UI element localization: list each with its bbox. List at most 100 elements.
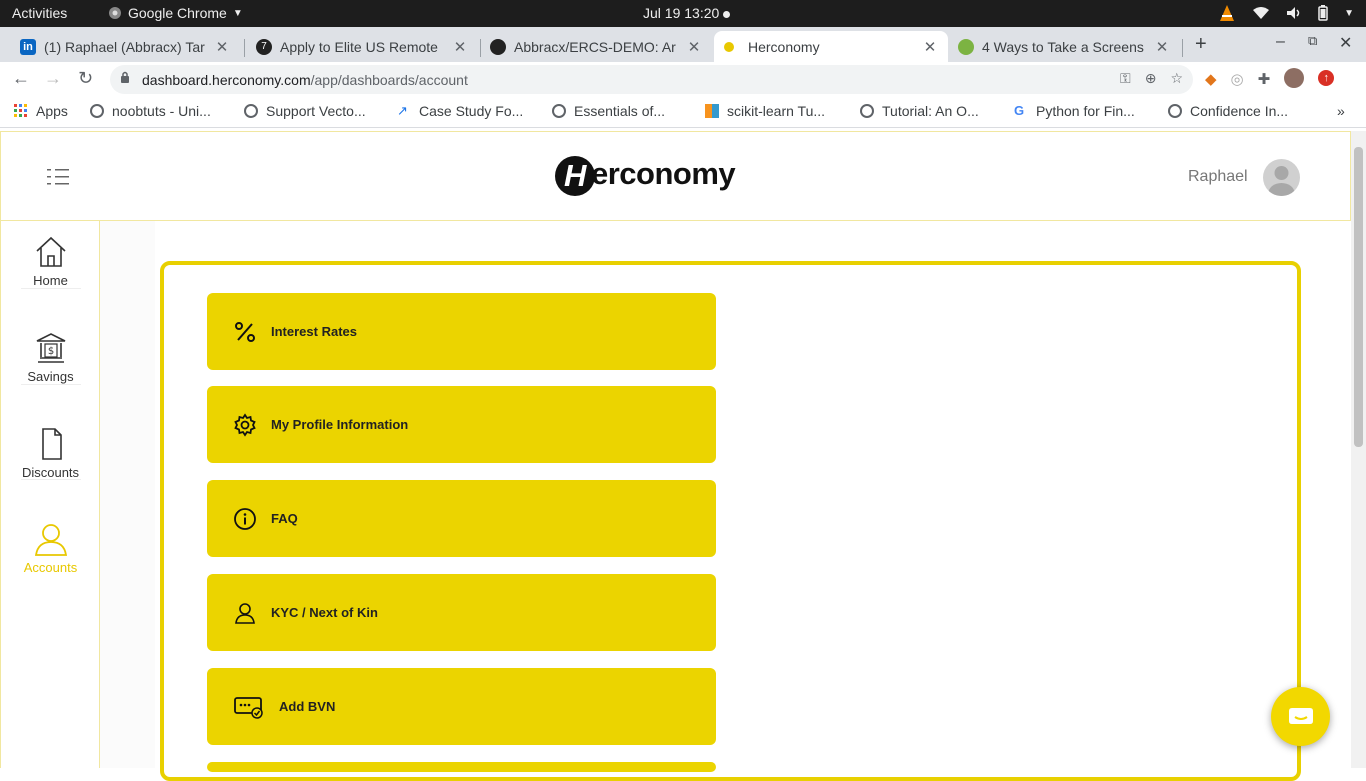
chat-widget-button[interactable] bbox=[1271, 687, 1330, 746]
sidebar-item-accounts[interactable]: Accounts bbox=[1, 522, 100, 575]
window-close-button[interactable]: ✕ bbox=[1339, 33, 1352, 53]
tab-title: (1) Raphael (Abbracx) Tar bbox=[44, 38, 205, 55]
divider bbox=[21, 384, 81, 385]
divider bbox=[21, 288, 81, 289]
clock-text: Jul 19 13:20 bbox=[643, 5, 720, 21]
vlc-icon[interactable] bbox=[1218, 4, 1236, 22]
forward-icon[interactable]: → bbox=[44, 68, 62, 89]
sidebar-nav: Home $ Savings Discounts Accounts bbox=[0, 221, 100, 768]
wifi-icon[interactable] bbox=[1252, 6, 1270, 20]
minimize-button[interactable]: – bbox=[1276, 33, 1285, 51]
reload-icon[interactable]: ↻ bbox=[78, 68, 93, 89]
tab-title: Apply to Elite US Remote bbox=[280, 38, 438, 55]
tab-title: 4 Ways to Take a Screens bbox=[982, 38, 1144, 55]
tab-wikihow[interactable]: 4 Ways to Take a Screens ✕ bbox=[948, 31, 1180, 62]
bookmarks-overflow-icon[interactable]: » bbox=[1337, 103, 1345, 119]
chat-icon bbox=[1288, 707, 1313, 724]
bookmark-apps[interactable]: Apps bbox=[14, 103, 68, 119]
interest-rates-button[interactable]: Interest Rates bbox=[207, 293, 716, 370]
app-menu[interactable]: Google Chrome ▼ bbox=[108, 5, 243, 21]
tab-divider bbox=[1182, 39, 1183, 57]
herconomy-logo[interactable]: Herconomy bbox=[555, 156, 736, 196]
bookmark-item[interactable]: scikit-learn Tu... bbox=[705, 103, 825, 119]
bank-icon: $ bbox=[36, 333, 65, 363]
bookmark-item[interactable]: noobtuts - Uni... bbox=[90, 103, 211, 119]
sidebar-item-discounts[interactable]: Discounts bbox=[1, 427, 100, 480]
back-icon[interactable]: ← bbox=[12, 68, 30, 89]
chevron-down-icon[interactable]: ▼ bbox=[1344, 8, 1354, 19]
page-scrollbar[interactable] bbox=[1351, 131, 1366, 768]
scrollbar-thumb[interactable] bbox=[1354, 147, 1363, 447]
extension-face-icon[interactable]: ◎ bbox=[1231, 70, 1244, 88]
activities-button[interactable]: Activities bbox=[12, 5, 67, 21]
tab-herconomy[interactable]: Herconomy ✕ bbox=[714, 31, 948, 62]
star-icon[interactable]: ☆ bbox=[1170, 70, 1183, 87]
sidebar-item-label: Savings bbox=[27, 369, 74, 384]
close-icon[interactable]: ✕ bbox=[452, 38, 468, 56]
omnibox-actions: ⚿ ⊕ ☆ bbox=[1120, 70, 1183, 87]
metamask-icon[interactable]: ◆ bbox=[1205, 70, 1217, 88]
logo-text: erconomy bbox=[591, 156, 736, 192]
document-icon bbox=[41, 428, 62, 460]
update-icon[interactable]: ↑ bbox=[1318, 70, 1335, 86]
info-icon bbox=[233, 507, 257, 531]
address-bar[interactable]: dashboard.herconomy.com/app/dashboards/a… bbox=[110, 65, 1193, 94]
kyc-next-of-kin-button[interactable]: KYC / Next of Kin bbox=[207, 574, 716, 651]
chart-icon: ↗ bbox=[397, 103, 408, 118]
sidebar-item-label: Accounts bbox=[23, 560, 78, 575]
add-bvn-button[interactable]: Add BVN bbox=[207, 668, 716, 745]
add-icon[interactable]: ⊕ bbox=[1145, 70, 1157, 87]
web-page: Herconomy Raphael Home $ Savings Discoun… bbox=[0, 131, 1366, 781]
menu-item-label: Interest Rates bbox=[271, 324, 357, 339]
bookmark-item[interactable]: Essentials of... bbox=[552, 103, 665, 119]
tab-divider bbox=[244, 39, 245, 57]
battery-icon[interactable] bbox=[1318, 5, 1328, 21]
tab-github[interactable]: Abbracx/ERCS-DEMO: Ar ✕ bbox=[480, 31, 712, 62]
puzzle-icon[interactable]: ✚ bbox=[1258, 70, 1271, 88]
google-icon: G bbox=[1014, 103, 1025, 118]
profile-avatar-icon[interactable] bbox=[1284, 68, 1305, 88]
bookmark-item[interactable]: Support Vecto... bbox=[244, 103, 366, 119]
close-icon[interactable]: ✕ bbox=[686, 38, 702, 56]
key-icon[interactable]: ⚿ bbox=[1120, 70, 1131, 87]
svg-text:$: $ bbox=[47, 346, 53, 357]
restore-button[interactable]: ⧉ bbox=[1308, 33, 1317, 49]
username[interactable]: Raphael bbox=[1188, 168, 1248, 186]
globe-icon bbox=[1168, 104, 1182, 118]
bookmark-label: Python for Fin... bbox=[1036, 103, 1135, 119]
divider bbox=[21, 479, 81, 480]
avatar[interactable] bbox=[1263, 159, 1300, 196]
bookmark-item[interactable]: G Python for Fin... bbox=[1014, 103, 1135, 119]
volume-icon[interactable] bbox=[1286, 6, 1302, 20]
sidebar-item-home[interactable]: Home bbox=[1, 235, 100, 288]
faq-button[interactable]: FAQ bbox=[207, 480, 716, 557]
new-tab-button[interactable]: + bbox=[1195, 33, 1207, 56]
bookmark-label: Case Study Fo... bbox=[419, 103, 524, 119]
clock[interactable]: Jul 19 13:20 bbox=[643, 5, 731, 21]
extensions-area: ◆ ◎ ✚ ↑ bbox=[1205, 68, 1335, 88]
menu-item-label: KYC / Next of Kin bbox=[271, 605, 378, 620]
turing-icon: 7 bbox=[256, 38, 272, 55]
profile-information-button[interactable]: My Profile Information bbox=[207, 386, 716, 463]
tab-title: Herconomy bbox=[748, 38, 820, 55]
bookmark-item[interactable]: Tutorial: An O... bbox=[860, 103, 979, 119]
bookmark-item[interactable]: Confidence In... bbox=[1168, 103, 1288, 119]
lock-icon[interactable] bbox=[120, 71, 130, 87]
bookmark-item[interactable]: ↗ Case Study Fo... bbox=[397, 103, 523, 119]
close-icon[interactable]: ✕ bbox=[1154, 38, 1170, 56]
close-icon[interactable]: ✕ bbox=[214, 38, 230, 56]
next-menu-item-partial[interactable] bbox=[207, 762, 716, 772]
herconomy-icon bbox=[724, 41, 734, 52]
sidebar-item-label: Discounts bbox=[21, 465, 80, 480]
bookmark-label: Essentials of... bbox=[574, 103, 666, 119]
tab-linkedin[interactable]: in (1) Raphael (Abbracx) Tar ✕ bbox=[10, 31, 240, 62]
tab-turing[interactable]: 7 Apply to Elite US Remote ✕ bbox=[246, 31, 478, 62]
notification-dot bbox=[723, 10, 731, 18]
menu-toggle-icon[interactable] bbox=[47, 168, 69, 186]
system-tray[interactable]: ▼ bbox=[1218, 4, 1354, 22]
globe-icon bbox=[244, 104, 258, 118]
sidebar-item-savings[interactable]: $ Savings bbox=[1, 331, 100, 384]
close-icon[interactable]: ✕ bbox=[922, 38, 938, 56]
linkedin-icon: in bbox=[20, 38, 36, 55]
bookmark-label: scikit-learn Tu... bbox=[727, 103, 826, 119]
